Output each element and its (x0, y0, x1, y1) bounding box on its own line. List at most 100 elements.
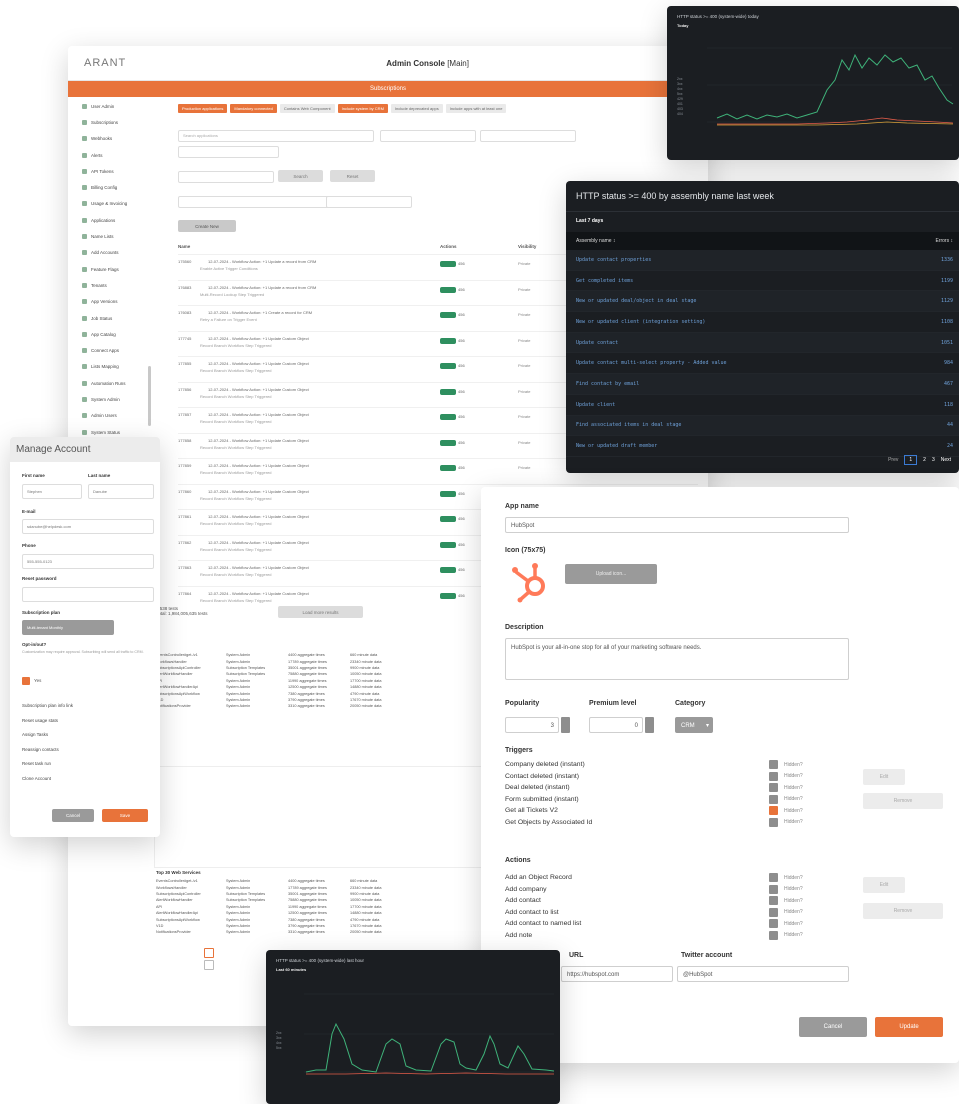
toggle-badge[interactable] (440, 439, 456, 446)
sidebar-item[interactable]: Add Accounts (68, 245, 148, 261)
hidden-checkbox[interactable] (769, 873, 778, 883)
load-more-button[interactable]: Load more results (278, 606, 363, 618)
page-button[interactable]: 3 (932, 457, 935, 463)
premium-field[interactable]: 0 (589, 717, 643, 733)
sidebar-item[interactable]: Automation Runs (68, 375, 148, 391)
table-row[interactable]: Update contact properties 1336 (566, 250, 959, 271)
app-name-field[interactable]: HubSpot (505, 517, 849, 533)
filter-field[interactable] (178, 196, 329, 208)
sidebar-item[interactable]: API Tokens (68, 163, 148, 179)
search-input[interactable]: Search applications (178, 130, 374, 142)
last-name-field[interactable]: Danube (88, 484, 154, 499)
sidebar-item[interactable]: Connect Apps (68, 342, 148, 358)
account-link[interactable]: Clone Account (22, 776, 51, 781)
sidebar-item[interactable]: System Admin (68, 391, 148, 407)
cancel-button[interactable]: Cancel (52, 809, 94, 822)
remove-action-button[interactable]: Remove (863, 903, 943, 919)
table-row[interactable]: Update contact 1051 (566, 332, 959, 354)
account-link[interactable]: Subscription plan info link (22, 703, 73, 708)
checkbox[interactable] (204, 960, 214, 970)
filter-field[interactable] (178, 146, 279, 158)
column-header-errors[interactable]: Errors ↕ (935, 238, 953, 244)
edit-action-button[interactable]: Edit (863, 877, 905, 893)
column-header-assembly[interactable]: Assembly name ↕ (576, 238, 615, 244)
filter-chip[interactable]: Include system by CRM (337, 104, 388, 113)
sidebar-item[interactable]: Subscriptions (68, 114, 148, 130)
trigger-item[interactable]: Get all Tickets V2 (505, 805, 775, 817)
table-row[interactable]: New or updated draft member 24 (566, 436, 959, 457)
page-button[interactable]: 1 (904, 455, 918, 465)
sidebar-item[interactable]: Feature Flags (68, 261, 148, 277)
table-row[interactable]: New or updated deal/object in deal stage… (566, 291, 959, 313)
toggle-badge[interactable] (440, 388, 456, 395)
password-field[interactable] (22, 587, 154, 602)
email-field[interactable]: sdanube@helpdesk.com (22, 519, 154, 534)
remove-trigger-button[interactable]: Remove (863, 793, 943, 809)
url-field[interactable]: https://hubspot.com (561, 966, 673, 982)
filter-field[interactable] (380, 130, 476, 142)
popularity-stepper[interactable] (561, 717, 570, 733)
edit-trigger-button[interactable]: Edit (863, 769, 905, 785)
first-name-field[interactable]: Stephen (22, 484, 82, 499)
sidebar-item[interactable]: Lists Mapping (68, 359, 148, 375)
hidden-checkbox[interactable] (769, 907, 778, 917)
toggle-badge[interactable] (440, 465, 456, 471)
sidebar-item[interactable]: User Admin (68, 98, 148, 114)
filter-chip[interactable]: Production applications (178, 104, 228, 113)
hidden-checkbox[interactable] (769, 896, 778, 906)
action-item[interactable]: Add contact to named list (505, 918, 775, 930)
checkbox[interactable] (204, 948, 214, 958)
action-item[interactable]: Add contact (505, 895, 775, 907)
hidden-checkbox[interactable] (769, 771, 778, 781)
sidebar-scrollbar[interactable] (148, 366, 151, 426)
table-row[interactable]: Update contact multi-select property - A… (566, 353, 959, 375)
hidden-checkbox[interactable] (769, 919, 778, 929)
table-row[interactable]: Find associated items in deal stage 44 (566, 415, 959, 437)
toggle-badge[interactable] (440, 541, 456, 548)
save-button[interactable]: Save (102, 809, 148, 822)
hidden-checkbox[interactable] (769, 794, 778, 804)
toggle-badge[interactable] (440, 567, 456, 573)
twitter-field[interactable]: @HubSpot (677, 966, 849, 982)
sidebar-item[interactable]: Usage & Invoicing (68, 196, 148, 212)
sidebar-item[interactable]: Applications (68, 212, 148, 228)
toggle-badge[interactable] (440, 261, 456, 267)
sidebar-item[interactable]: Tenants (68, 277, 148, 293)
toggle-badge[interactable] (440, 312, 456, 318)
sidebar-item[interactable]: Billing Config (68, 179, 148, 195)
hidden-checkbox[interactable] (769, 930, 778, 940)
filter-field[interactable] (326, 196, 412, 208)
filter-chip[interactable]: Include apps with at least one (445, 104, 507, 113)
action-item[interactable]: Add an Object Record (505, 872, 775, 884)
hidden-checkbox[interactable] (769, 884, 778, 894)
table-row[interactable]: Find contact by email 467 (566, 374, 959, 395)
trigger-item[interactable]: Company deleted (instant) (505, 759, 775, 771)
reset-button[interactable]: Reset (330, 170, 375, 182)
table-row[interactable]: New or updated client (integration setti… (566, 312, 959, 333)
trigger-item[interactable]: Deal deleted (instant) (505, 782, 775, 794)
popularity-field[interactable]: 3 (505, 717, 559, 733)
account-link[interactable]: Reset task run (22, 761, 51, 766)
trigger-item[interactable]: Contact deleted (instant) (505, 771, 775, 783)
hidden-checkbox[interactable] (769, 806, 778, 816)
trigger-item[interactable]: Form submitted (instant) (505, 794, 775, 806)
filter-field[interactable] (480, 130, 576, 142)
sidebar-item[interactable]: Webhooks (68, 131, 148, 147)
page-button[interactable]: 2 (923, 457, 926, 463)
sidebar-item[interactable]: Name Lists (68, 228, 148, 244)
sidebar-item[interactable]: Job Status (68, 310, 148, 326)
toggle-badge[interactable] (440, 516, 456, 522)
toggle-badge[interactable] (440, 592, 456, 599)
optin-checkbox[interactable] (22, 677, 30, 685)
table-row[interactable]: Get completed items 1199 (566, 271, 959, 292)
table-row[interactable]: Update client 118 (566, 395, 959, 416)
create-new-button[interactable]: Create New (178, 220, 236, 232)
toggle-badge[interactable] (440, 286, 456, 293)
hidden-checkbox[interactable] (769, 783, 778, 793)
upload-icon-button[interactable]: Upload icon... (565, 564, 657, 584)
plan-select[interactable]: Multi-tenant Monthly (22, 620, 114, 635)
sidebar-item[interactable]: App Versions (68, 294, 148, 310)
next-page-button[interactable]: Next (941, 457, 951, 463)
search-button[interactable]: Search (278, 170, 323, 182)
account-link[interactable]: Reassign contacts (22, 747, 59, 752)
